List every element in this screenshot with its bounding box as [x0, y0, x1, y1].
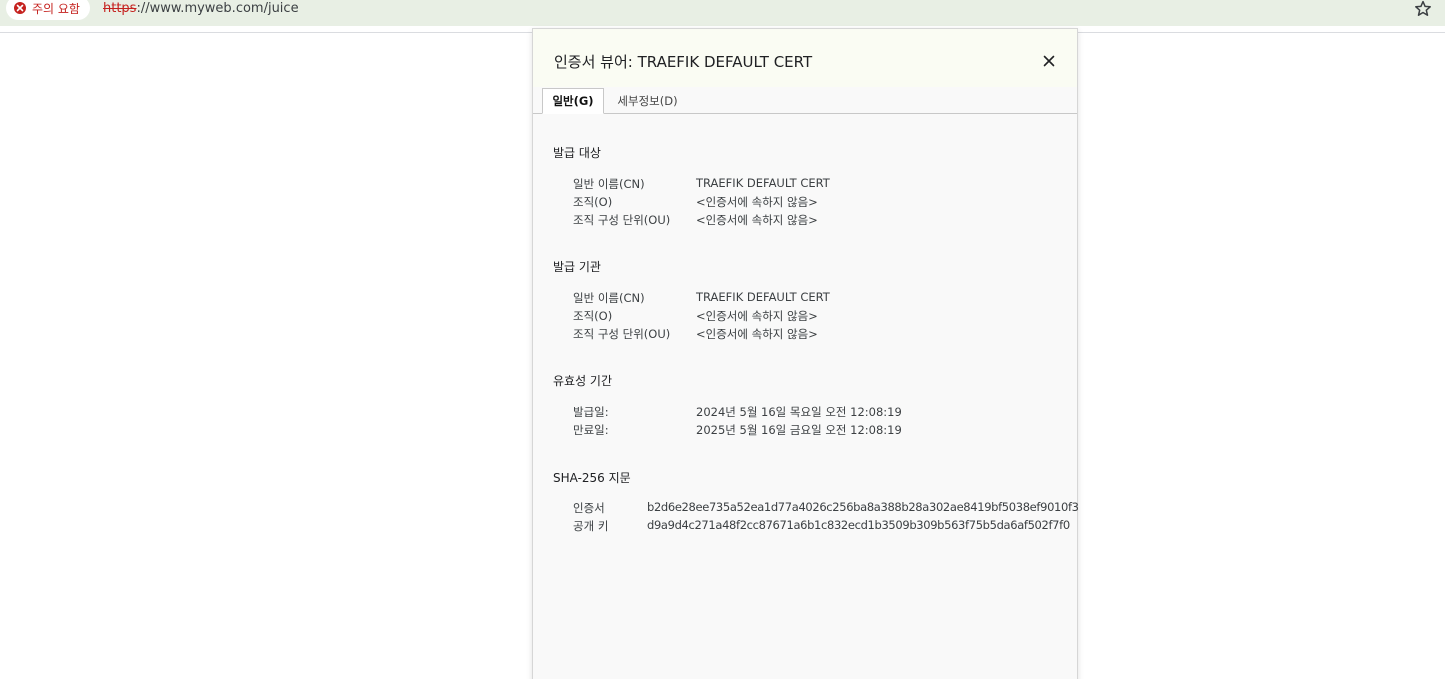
issued-by-o-label: 조직(O) [573, 309, 613, 323]
security-warning-chip[interactable]: 주의 요함 [6, 0, 90, 20]
issued-to-o-value: <인증서에 속하지 않음> [696, 195, 818, 209]
issued-by-heading: 발급 기관 [553, 260, 601, 274]
issued-by-cn-value: TRAEFIK DEFAULT CERT [696, 290, 830, 304]
error-icon [14, 2, 26, 14]
issued-date-value: 2024년 5월 16일 목요일 오전 12:08:19 [696, 405, 902, 419]
cert-fingerprint-value: b2d6e28ee735a52ea1d77a4026c256ba8a388b28… [647, 500, 1079, 514]
issued-date-label: 발급일: [573, 405, 609, 419]
tab-general[interactable]: 일반(G) [542, 88, 604, 114]
dialog-title: 인증서 뷰어: TRAEFIK DEFAULT CERT [554, 53, 813, 71]
issued-by-ou-value: <인증서에 속하지 않음> [696, 327, 818, 341]
fingerprint-heading: SHA-256 지문 [553, 471, 631, 485]
tab-details[interactable]: 세부정보(D) [610, 88, 685, 114]
url-host-path: ://www.myweb.com/juice [136, 1, 299, 16]
address-bar[interactable]: 주의 요함 https://www.myweb.com/juice [0, 0, 1445, 26]
expiry-date-value: 2025년 5월 16일 금요일 오전 12:08:19 [696, 423, 902, 437]
issued-by-cn-label: 일반 이름(CN) [573, 291, 645, 305]
star-icon[interactable] [1413, 0, 1433, 19]
issued-by-ou-label: 조직 구성 단위(OU) [573, 327, 671, 341]
pubkey-fingerprint-value: d9a9d4c271a48f2cc87671a6b1c832ecd1b3509b… [647, 518, 1070, 532]
dialog-header: 인증서 뷰어: TRAEFIK DEFAULT CERT [533, 29, 1077, 87]
cert-fingerprint-label: 인증서 [573, 501, 605, 515]
certificate-viewer-dialog: 인증서 뷰어: TRAEFIK DEFAULT CERT 일반(G) 세부정보(… [532, 28, 1079, 679]
issued-to-cn-label: 일반 이름(CN) [573, 177, 645, 191]
issued-to-heading: 발급 대상 [553, 146, 601, 160]
expiry-date-label: 만료일: [573, 423, 609, 437]
issued-to-cn-value: TRAEFIK DEFAULT CERT [696, 176, 830, 190]
pubkey-fingerprint-label: 공개 키 [573, 519, 609, 533]
security-warning-text: 주의 요함 [32, 1, 80, 16]
url-scheme: https [103, 1, 137, 16]
issued-to-ou-label: 조직 구성 단위(OU) [573, 213, 671, 227]
validity-heading: 유효성 기간 [553, 374, 613, 388]
issued-to-o-label: 조직(O) [573, 195, 613, 209]
issued-to-ou-value: <인증서에 속하지 않음> [696, 213, 818, 227]
url-text[interactable]: https://www.myweb.com/juice [103, 1, 299, 16]
dialog-tabs: 일반(G) 세부정보(D) [533, 87, 1077, 114]
issued-by-o-value: <인증서에 속하지 않음> [696, 309, 818, 323]
close-icon[interactable] [1038, 51, 1060, 71]
